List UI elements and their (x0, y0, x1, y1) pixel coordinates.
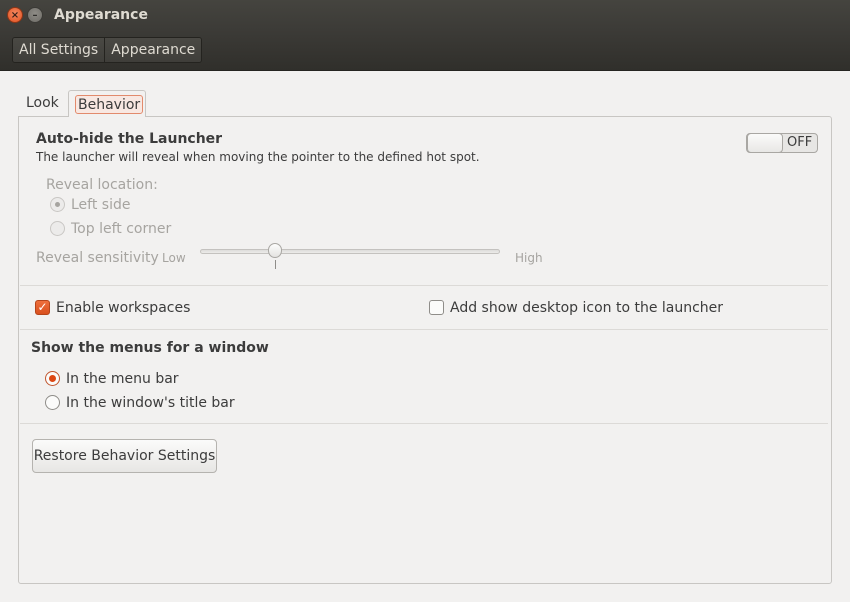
enable-workspaces-label: Enable workspaces (56, 300, 191, 316)
breadcrumb-appearance[interactable]: Appearance (104, 38, 202, 62)
reveal-location-label: Reveal location: (46, 177, 158, 193)
enable-workspaces-checkbox[interactable]: ✓ (35, 300, 50, 315)
show-desktop-label: Add show desktop icon to the launcher (450, 300, 724, 316)
autohide-description: The launcher will reveal when moving the… (36, 150, 480, 164)
sensitivity-slider-handle[interactable] (268, 243, 282, 258)
sensitivity-low-label: Low (162, 251, 186, 265)
toolbar: All Settings Appearance (0, 30, 850, 71)
window-title: Appearance (54, 7, 148, 23)
restore-behavior-button[interactable]: Restore Behavior Settings (32, 439, 217, 473)
breadcrumb-all-settings[interactable]: All Settings (13, 38, 105, 62)
breadcrumb: All Settings Appearance (12, 37, 203, 63)
radio-dot (55, 202, 60, 207)
divider (20, 329, 828, 330)
menu-bar-label: In the menu bar (66, 371, 179, 387)
menu-bar-radio[interactable] (45, 371, 60, 386)
sensitivity-slider[interactable] (200, 249, 500, 254)
title-bar-label: In the window's title bar (66, 395, 235, 411)
autohide-title: Auto-hide the Launcher (36, 131, 223, 147)
reveal-top-left-label: Top left corner (71, 221, 172, 237)
sensitivity-high-label: High (515, 251, 543, 265)
window-titlebar: × – Appearance (0, 0, 850, 30)
reveal-left-side-radio[interactable] (50, 197, 65, 212)
reveal-top-left-radio[interactable] (50, 221, 65, 236)
slider-mark (275, 260, 276, 269)
menus-title: Show the menus for a window (31, 340, 269, 356)
reveal-left-side-label: Left side (71, 197, 131, 213)
minimize-icon[interactable]: – (27, 7, 43, 23)
tab-look[interactable]: Look (26, 95, 59, 111)
switch-knob (747, 133, 783, 153)
title-bar-radio[interactable] (45, 395, 60, 410)
show-desktop-checkbox[interactable] (429, 300, 444, 315)
tab-behavior[interactable]: Behavior (68, 90, 146, 117)
close-icon[interactable]: × (7, 7, 23, 23)
autohide-switch[interactable]: OFF (746, 133, 818, 153)
switch-state-label: OFF (787, 135, 813, 150)
radio-dot (49, 375, 56, 382)
divider (20, 285, 828, 286)
reveal-sensitivity-label: Reveal sensitivity (36, 250, 159, 266)
divider (20, 423, 828, 424)
tab-behavior-label: Behavior (75, 95, 144, 114)
